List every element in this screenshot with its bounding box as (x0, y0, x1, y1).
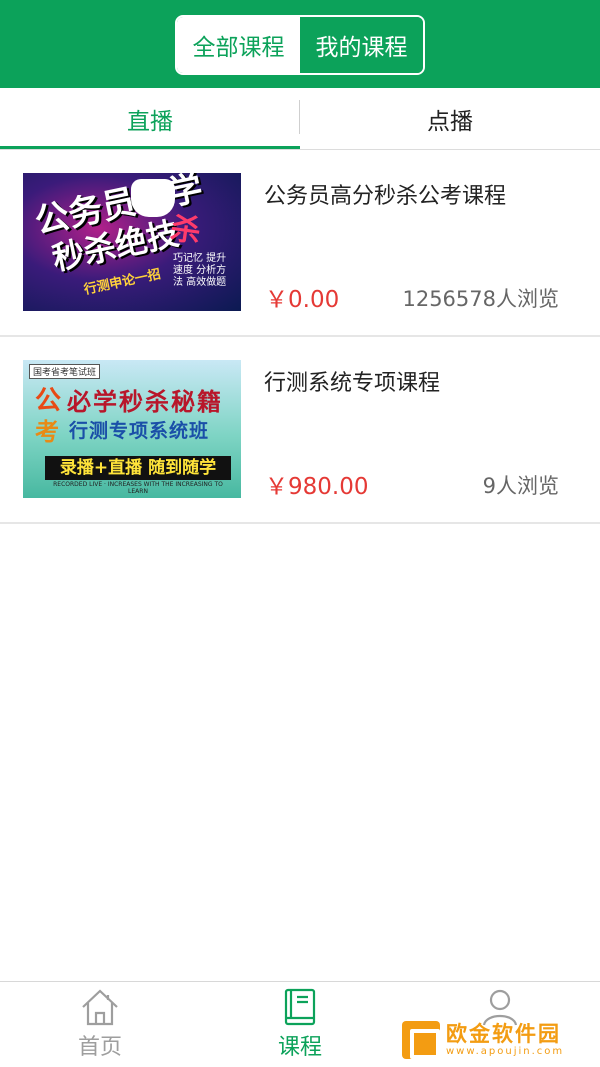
nav-label: 首页 (77, 1035, 122, 1060)
watermark-text: 欧金软件园 www.apoujin.com (446, 1022, 565, 1057)
course-thumbnail: 公务员必学 秒杀绝技 杀 行测申论一招 巧记忆 提升速度 分析方法 高效做题 (23, 173, 241, 311)
book-icon (278, 987, 322, 1027)
course-title: 行测系统专项课程 (264, 371, 441, 396)
course-price: ￥0.00 (265, 287, 340, 313)
course-type-tabs: 直播 点播 (0, 88, 600, 150)
course-views: 9人浏览 (482, 474, 559, 498)
tab-divider (299, 100, 300, 134)
thumb-text: 考 (35, 418, 59, 446)
thumb-banner: 录播+直播 随到随学 (45, 456, 231, 480)
nav-label: 课程 (277, 1035, 322, 1060)
course-views: 1256578人浏览 (402, 287, 559, 311)
course-item[interactable]: 公务员必学 秒杀绝技 杀 行测申论一招 巧记忆 提升速度 分析方法 高效做题 公… (0, 150, 600, 337)
thumb-text: 杀 (168, 211, 203, 250)
thumb-text: 巧记忆 提升速度 分析方法 高效做题 (173, 253, 227, 288)
tab-live[interactable]: 直播 (0, 88, 300, 149)
top-header: 全部课程 我的课程 (0, 0, 600, 88)
thumb-text: RECORDED LIVE · INCREASES WITH THE INCRE… (53, 481, 223, 495)
course-price: ￥980.00 (265, 474, 369, 500)
thumb-text: 必学秒杀秘籍 (67, 388, 223, 416)
nav-courses[interactable]: 课程 (200, 982, 400, 1067)
watermark: 欧金软件园 www.apoujin.com (402, 1020, 592, 1060)
nav-home[interactable]: 首页 (0, 982, 200, 1067)
thumb-text: 行测专项系统班 (69, 420, 210, 442)
tab-on-demand[interactable]: 点播 (300, 88, 600, 149)
course-item[interactable]: 国考省考笔试班 公 必学秒杀秘籍 考 行测专项系统班 录播+直播 随到随学 RE… (0, 337, 600, 524)
tab-my-courses[interactable]: 我的课程 (300, 17, 423, 73)
course-scope-segment: 全部课程 我的课程 (175, 15, 425, 75)
home-icon (78, 987, 122, 1027)
watermark-logo-icon (402, 1021, 440, 1059)
thumb-text: 国考省考笔试班 (29, 364, 101, 379)
course-title: 公务员高分秒杀公考课程 (264, 184, 507, 209)
tab-all-courses[interactable]: 全部课程 (177, 17, 300, 73)
course-thumbnail: 国考省考笔试班 公 必学秒杀秘籍 考 行测专项系统班 录播+直播 随到随学 RE… (23, 360, 241, 498)
course-list: 公务员必学 秒杀绝技 杀 行测申论一招 巧记忆 提升速度 分析方法 高效做题 公… (0, 150, 600, 524)
